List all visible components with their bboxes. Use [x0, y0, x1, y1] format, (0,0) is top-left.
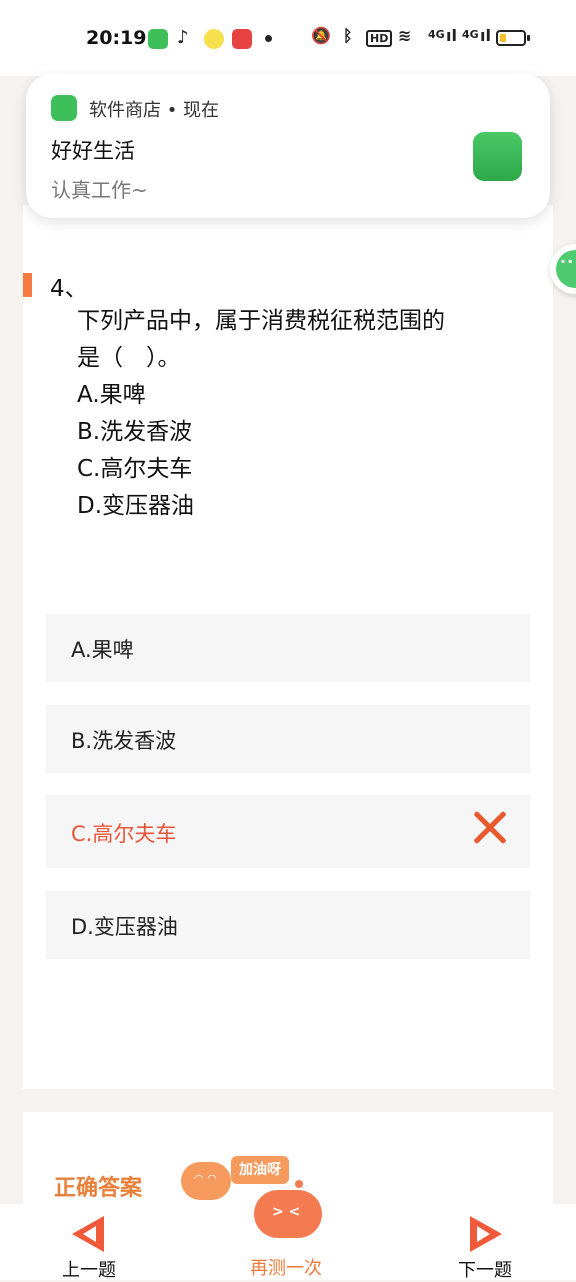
next-question-label: 下一题 — [458, 1260, 512, 1281]
option-b[interactable]: B.洗发香波 — [46, 705, 530, 773]
retry-label: 再测一次 — [250, 1258, 322, 1279]
signal-bars-icon: ıl — [480, 26, 491, 45]
retry-mascot-icon: > < — [254, 1190, 322, 1238]
signal-4g-icon: 4G — [428, 28, 445, 41]
wifi-icon: ≋ — [398, 26, 412, 45]
tiktok-icon: ♪ — [177, 27, 189, 48]
prev-question-label: 上一题 — [62, 1260, 116, 1281]
option-d[interactable]: D.变压器油 — [46, 891, 530, 959]
app-store-large-icon — [473, 132, 522, 181]
battery-level — [500, 34, 506, 42]
question-line: B.洗发香波 — [77, 419, 193, 445]
app-store-icon — [148, 29, 168, 49]
option-c[interactable]: C.高尔夫车 — [46, 795, 530, 868]
question-line: 下列产品中，属于消费税征税范围的 — [77, 308, 445, 334]
notification-banner[interactable]: 软件商店 • 现在 好好生活 认真工作~ — [26, 74, 550, 218]
arrow-left-inner — [83, 1226, 96, 1242]
option-label: B.洗发香波 — [71, 729, 177, 753]
floating-assistant-button[interactable]: ·· — [550, 244, 576, 294]
question-marker — [23, 273, 32, 297]
question-line: 是（ ）。 — [77, 345, 181, 371]
battery-cap — [527, 35, 530, 41]
option-label: D.变压器油 — [71, 915, 178, 939]
retry-button[interactable]: > < 再测一次 — [238, 1180, 338, 1280]
question-line: D.变压器油 — [77, 493, 195, 519]
more-dot-icon — [265, 35, 272, 42]
question-text: 下列产品中，属于消费税征税范围的 是（ ）。 A.果啤 B.洗发香波 C.高尔夫… — [77, 303, 507, 525]
more-dots-icon: ·· — [560, 252, 575, 271]
prev-question-button[interactable]: 上一题 — [62, 1204, 122, 1281]
signal-4g-icon: 4G — [462, 28, 479, 41]
bluetooth-icon: ᛒ — [343, 26, 353, 45]
next-question-button[interactable]: 下一题 — [454, 1204, 518, 1281]
question-number: 4、 — [50, 276, 88, 302]
status-bar: 20:19 ♪ 🔕 ᛒ HD ≋ 4G ıl 4G ıl — [0, 0, 576, 76]
correct-answer-title: 正确答案 — [54, 1176, 143, 1201]
mascot-antenna — [295, 1180, 303, 1188]
option-label: C.高尔夫车 — [71, 822, 177, 846]
question-line: C.高尔夫车 — [77, 456, 193, 482]
hd-icon: HD — [366, 30, 393, 47]
arrow-right-inner — [477, 1226, 490, 1242]
video-app-icon — [232, 29, 252, 49]
cheer-bubble: 加油呀 — [231, 1156, 289, 1184]
notification-body: 认真工作~ — [51, 178, 148, 202]
notification-source: 软件商店 • 现在 — [89, 100, 220, 121]
option-label: A.果啤 — [71, 638, 134, 662]
bottom-nav: 上一题 > < 再测一次 下一题 — [0, 1180, 576, 1281]
status-time: 20:19 — [86, 27, 147, 49]
signal-bars-icon: ıl — [446, 26, 457, 45]
mascot-face-icon: > < — [272, 1204, 301, 1220]
mascot-face-icon: ◠ ◠ — [194, 1172, 217, 1185]
question-card: 4、 下列产品中，属于消费税征税范围的 是（ ）。 A.果啤 B.洗发香波 C.… — [23, 205, 553, 1089]
mute-icon: 🔕 — [311, 26, 331, 45]
app-store-icon — [51, 95, 77, 121]
mascot-icon: ◠ ◠ — [181, 1162, 231, 1200]
battery-icon — [496, 30, 526, 46]
notification-title: 好好生活 — [51, 139, 135, 163]
emoji-app-icon — [204, 29, 224, 49]
wrong-cross-icon — [472, 810, 508, 846]
option-a[interactable]: A.果啤 — [46, 614, 530, 682]
question-line: A.果啤 — [77, 382, 146, 408]
